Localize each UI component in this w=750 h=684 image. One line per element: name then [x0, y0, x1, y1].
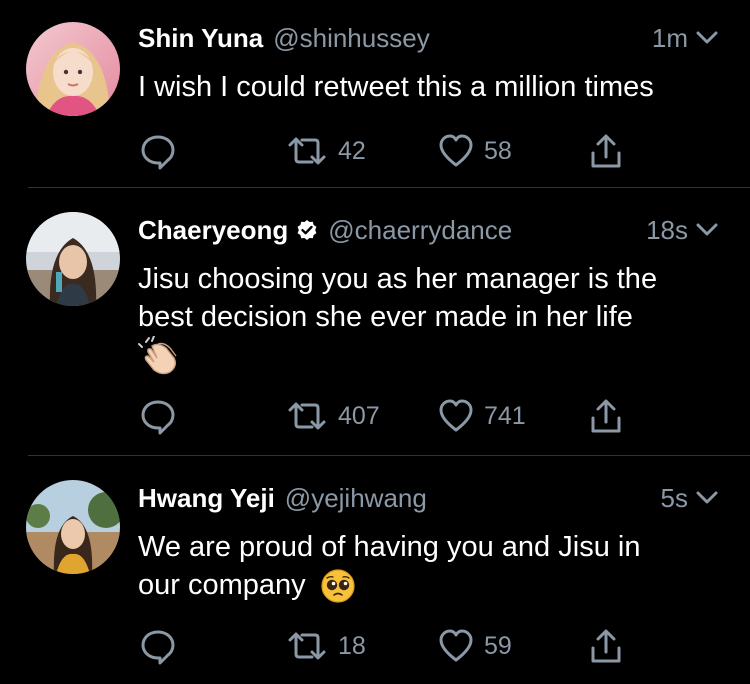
tweet-text-line: best decision she ever made in her life — [138, 301, 633, 333]
tweet-text-line: Jisu choosing you as her manager is the — [138, 263, 658, 295]
like-count: 59 — [484, 631, 512, 660]
tweet-text: We are proud of having you and Jisu in o… — [138, 528, 724, 604]
like-count: 58 — [484, 136, 512, 165]
author-name[interactable]: Shin Yuna — [138, 22, 263, 54]
share-icon — [591, 399, 621, 433]
share-button[interactable] — [588, 396, 624, 436]
retweet-icon — [288, 402, 326, 430]
heart-icon — [439, 399, 473, 432]
timestamp[interactable]: 1m — [652, 22, 688, 54]
like-button[interactable]: 741 — [438, 396, 526, 436]
retweet-icon — [288, 632, 326, 660]
clapping-hands-icon — [138, 336, 177, 375]
avatar[interactable] — [26, 480, 120, 574]
share-button[interactable] — [588, 626, 624, 666]
author-handle[interactable]: @shinhussey — [273, 22, 429, 54]
timestamp[interactable]: 5s — [661, 482, 688, 514]
heart-icon — [439, 134, 473, 167]
author-handle[interactable]: @chaerrydance — [328, 214, 512, 246]
share-button[interactable] — [588, 131, 624, 171]
retweet-count: 18 — [338, 631, 366, 660]
action-bar: 18 59 — [0, 626, 750, 666]
author-name[interactable]: Hwang Yeji — [138, 482, 275, 514]
verified-badge-icon — [297, 220, 317, 240]
chevron-down-icon[interactable] — [696, 31, 718, 45]
share-icon — [591, 629, 621, 663]
tweet-header: Chaeryeong @chaerrydance 18s — [138, 214, 718, 246]
tweet-header: Shin Yuna @shinhussey 1m — [138, 22, 718, 54]
tweet-text-line: our company — [138, 566, 724, 604]
tweet-header: Hwang Yeji @yejihwang 5s — [138, 482, 718, 514]
author-handle[interactable]: @yejihwang — [285, 482, 427, 514]
share-icon — [591, 134, 621, 168]
reply-icon — [141, 630, 175, 665]
tweet[interactable]: Chaeryeong @chaerrydance 18s Jisu choosi… — [0, 188, 750, 456]
retweet-button[interactable]: 42 — [286, 131, 366, 171]
reply-button[interactable] — [138, 131, 178, 171]
retweet-count: 42 — [338, 136, 366, 165]
tweet[interactable]: Hwang Yeji @yejihwang 5s We are proud of… — [0, 456, 750, 684]
avatar[interactable] — [26, 22, 120, 116]
pleading-face-icon — [321, 569, 355, 603]
chevron-down-icon[interactable] — [696, 223, 718, 237]
timeline: Shin Yuna @shinhussey 1m I wish I could … — [0, 0, 750, 684]
tweet-text: I wish I could retweet this a million ti… — [138, 71, 654, 103]
reply-icon — [141, 400, 175, 435]
chevron-down-icon[interactable] — [696, 491, 718, 505]
reply-button[interactable] — [138, 396, 178, 436]
retweet-button[interactable]: 407 — [286, 396, 380, 436]
like-button[interactable]: 59 — [438, 626, 512, 666]
tweet-text: Jisu choosing you as her manager is the … — [138, 260, 724, 376]
heart-icon — [439, 629, 473, 662]
timestamp[interactable]: 18s — [646, 214, 688, 246]
reply-button[interactable] — [138, 626, 178, 666]
avatar[interactable] — [26, 212, 120, 306]
tweet-text-line: We are proud of having you and Jisu in — [138, 531, 641, 563]
action-bar: 407 741 — [0, 396, 750, 436]
retweet-count: 407 — [338, 401, 380, 430]
tweet[interactable]: Shin Yuna @shinhussey 1m I wish I could … — [0, 0, 750, 188]
like-count: 741 — [484, 401, 526, 430]
reply-icon — [141, 135, 175, 170]
action-bar: 42 58 — [0, 131, 750, 171]
retweet-icon — [288, 137, 326, 165]
tweet-text-fragment: our company — [138, 569, 306, 601]
retweet-button[interactable]: 18 — [286, 626, 366, 666]
author-name[interactable]: Chaeryeong — [138, 214, 288, 246]
like-button[interactable]: 58 — [438, 131, 512, 171]
